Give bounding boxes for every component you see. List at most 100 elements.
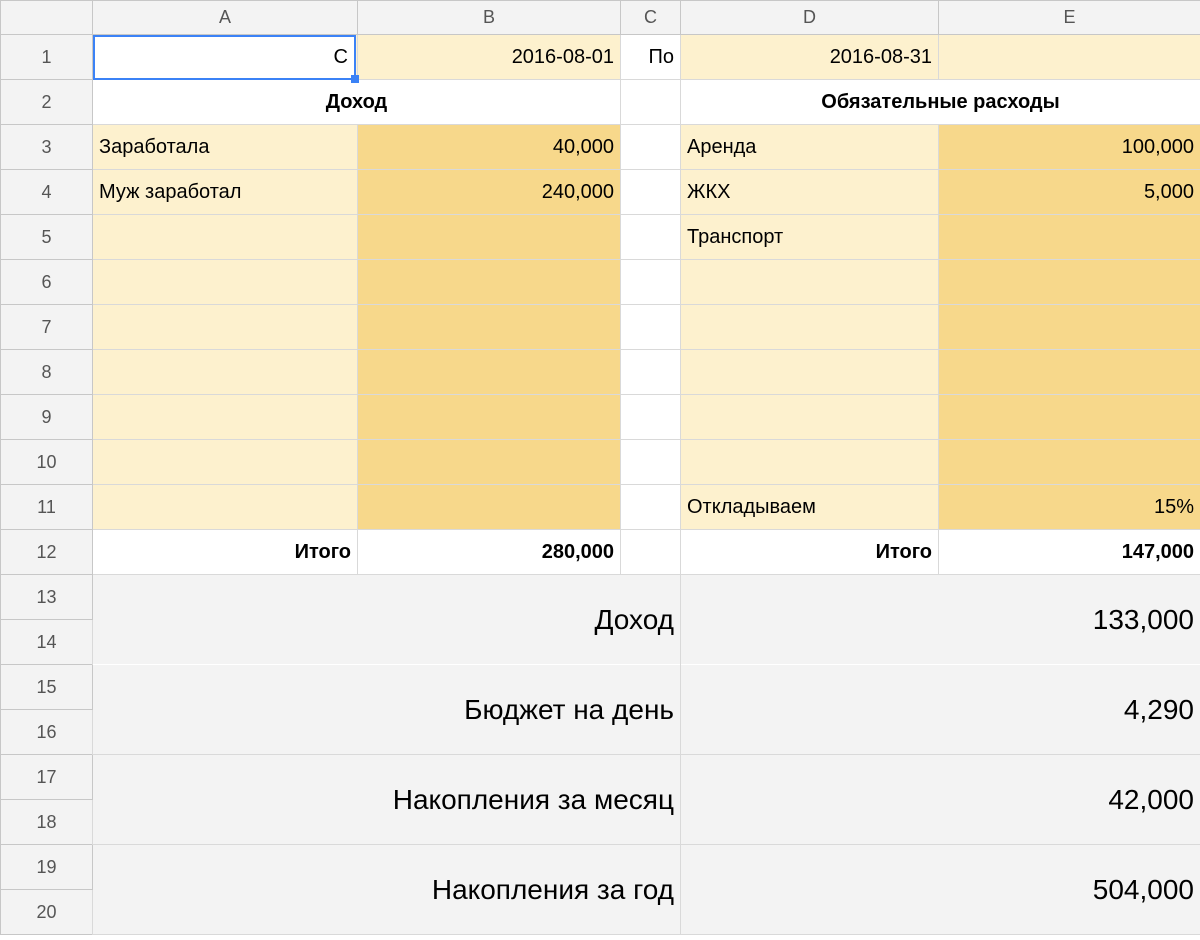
- income-label[interactable]: Заработала: [93, 125, 358, 170]
- cell-C2[interactable]: [621, 80, 681, 125]
- income-label[interactable]: [93, 440, 358, 485]
- cell-C5[interactable]: [621, 215, 681, 260]
- cell-A1[interactable]: С: [93, 35, 358, 80]
- expense-value[interactable]: [939, 350, 1200, 395]
- income-value[interactable]: [358, 350, 621, 395]
- income-label[interactable]: [93, 215, 358, 260]
- expense-label[interactable]: Аренда: [681, 125, 939, 170]
- spreadsheet[interactable]: С A B C D E 1 С 2016-08-01 По 2016-08-31…: [0, 0, 1200, 940]
- col-header-A[interactable]: A: [93, 1, 358, 35]
- expense-label[interactable]: Откладываем: [681, 485, 939, 530]
- expense-label[interactable]: Транспорт: [681, 215, 939, 260]
- income-label[interactable]: [93, 395, 358, 440]
- cell-C12[interactable]: [621, 530, 681, 575]
- cell-C11[interactable]: [621, 485, 681, 530]
- expense-value[interactable]: 100,000: [939, 125, 1200, 170]
- summary-label[interactable]: Накопления за год: [93, 845, 681, 935]
- income-label[interactable]: [93, 305, 358, 350]
- cell-C4[interactable]: [621, 170, 681, 215]
- cell-C10[interactable]: [621, 440, 681, 485]
- row-header[interactable]: 13: [1, 575, 93, 620]
- row-header[interactable]: 7: [1, 305, 93, 350]
- expense-label[interactable]: ЖКХ: [681, 170, 939, 215]
- cell-D1[interactable]: 2016-08-31: [681, 35, 939, 80]
- row-header[interactable]: 12: [1, 530, 93, 575]
- summary-value[interactable]: 133,000: [681, 575, 1200, 665]
- row-15: 15 Бюджет на день 4,290: [1, 665, 1200, 710]
- expense-value[interactable]: [939, 395, 1200, 440]
- expense-value[interactable]: [939, 440, 1200, 485]
- row-header[interactable]: 3: [1, 125, 93, 170]
- row-header[interactable]: 4: [1, 170, 93, 215]
- income-value[interactable]: [358, 485, 621, 530]
- row-header[interactable]: 6: [1, 260, 93, 305]
- expense-value[interactable]: 5,000: [939, 170, 1200, 215]
- row-header[interactable]: 10: [1, 440, 93, 485]
- income-value[interactable]: 240,000: [358, 170, 621, 215]
- summary-label[interactable]: Доход: [93, 575, 681, 665]
- income-total-value[interactable]: 280,000: [358, 530, 621, 575]
- row-header[interactable]: 14: [1, 620, 93, 665]
- income-header[interactable]: Доход: [93, 80, 621, 125]
- column-header-row: A B C D E: [1, 1, 1200, 35]
- summary-value[interactable]: 504,000: [681, 845, 1200, 935]
- cell-C6[interactable]: [621, 260, 681, 305]
- col-header-B[interactable]: B: [358, 1, 621, 35]
- summary-label[interactable]: Накопления за месяц: [93, 755, 681, 845]
- row-8: 8: [1, 350, 1200, 395]
- row-header[interactable]: 2: [1, 80, 93, 125]
- income-value[interactable]: [358, 215, 621, 260]
- row-header[interactable]: 5: [1, 215, 93, 260]
- expense-value[interactable]: 15%: [939, 485, 1200, 530]
- expense-value[interactable]: [939, 305, 1200, 350]
- select-all-corner[interactable]: [1, 1, 93, 35]
- summary-label[interactable]: Бюджет на день: [93, 665, 681, 755]
- expense-label[interactable]: [681, 395, 939, 440]
- col-header-C[interactable]: C: [621, 1, 681, 35]
- income-value[interactable]: [358, 395, 621, 440]
- col-header-E[interactable]: E: [939, 1, 1200, 35]
- row-19: 19 Накопления за год 504,000: [1, 845, 1200, 890]
- income-value[interactable]: [358, 305, 621, 350]
- row-header[interactable]: 18: [1, 800, 93, 845]
- expense-label[interactable]: [681, 305, 939, 350]
- income-value[interactable]: 40,000: [358, 125, 621, 170]
- cell-C7[interactable]: [621, 305, 681, 350]
- expense-total-label[interactable]: Итого: [681, 530, 939, 575]
- income-label[interactable]: Муж заработал: [93, 170, 358, 215]
- income-total-label[interactable]: Итого: [93, 530, 358, 575]
- expense-label[interactable]: [681, 260, 939, 305]
- income-value[interactable]: [358, 440, 621, 485]
- row-12: 12 Итого 280,000 Итого 147,000: [1, 530, 1200, 575]
- summary-value[interactable]: 4,290: [681, 665, 1200, 755]
- cell-C8[interactable]: [621, 350, 681, 395]
- row-header[interactable]: 17: [1, 755, 93, 800]
- row-header[interactable]: 15: [1, 665, 93, 710]
- cell-C1[interactable]: По: [621, 35, 681, 80]
- income-label[interactable]: [93, 350, 358, 395]
- row-6: 6: [1, 260, 1200, 305]
- row-header[interactable]: 19: [1, 845, 93, 890]
- cell-C9[interactable]: [621, 395, 681, 440]
- row-header[interactable]: 20: [1, 890, 93, 935]
- expense-total-value[interactable]: 147,000: [939, 530, 1200, 575]
- col-header-D[interactable]: D: [681, 1, 939, 35]
- expense-value[interactable]: [939, 260, 1200, 305]
- expense-value[interactable]: [939, 215, 1200, 260]
- cell-C3[interactable]: [621, 125, 681, 170]
- row-header[interactable]: 11: [1, 485, 93, 530]
- income-value[interactable]: [358, 260, 621, 305]
- row-header[interactable]: 1: [1, 35, 93, 80]
- grid[interactable]: A B C D E 1 С 2016-08-01 По 2016-08-31 2…: [0, 0, 1200, 935]
- income-label[interactable]: [93, 260, 358, 305]
- expense-label[interactable]: [681, 350, 939, 395]
- income-label[interactable]: [93, 485, 358, 530]
- expenses-header[interactable]: Обязательные расходы: [681, 80, 1200, 125]
- expense-label[interactable]: [681, 440, 939, 485]
- row-header[interactable]: 9: [1, 395, 93, 440]
- row-header[interactable]: 16: [1, 710, 93, 755]
- row-header[interactable]: 8: [1, 350, 93, 395]
- cell-B1[interactable]: 2016-08-01: [358, 35, 621, 80]
- summary-value[interactable]: 42,000: [681, 755, 1200, 845]
- cell-E1[interactable]: [939, 35, 1200, 80]
